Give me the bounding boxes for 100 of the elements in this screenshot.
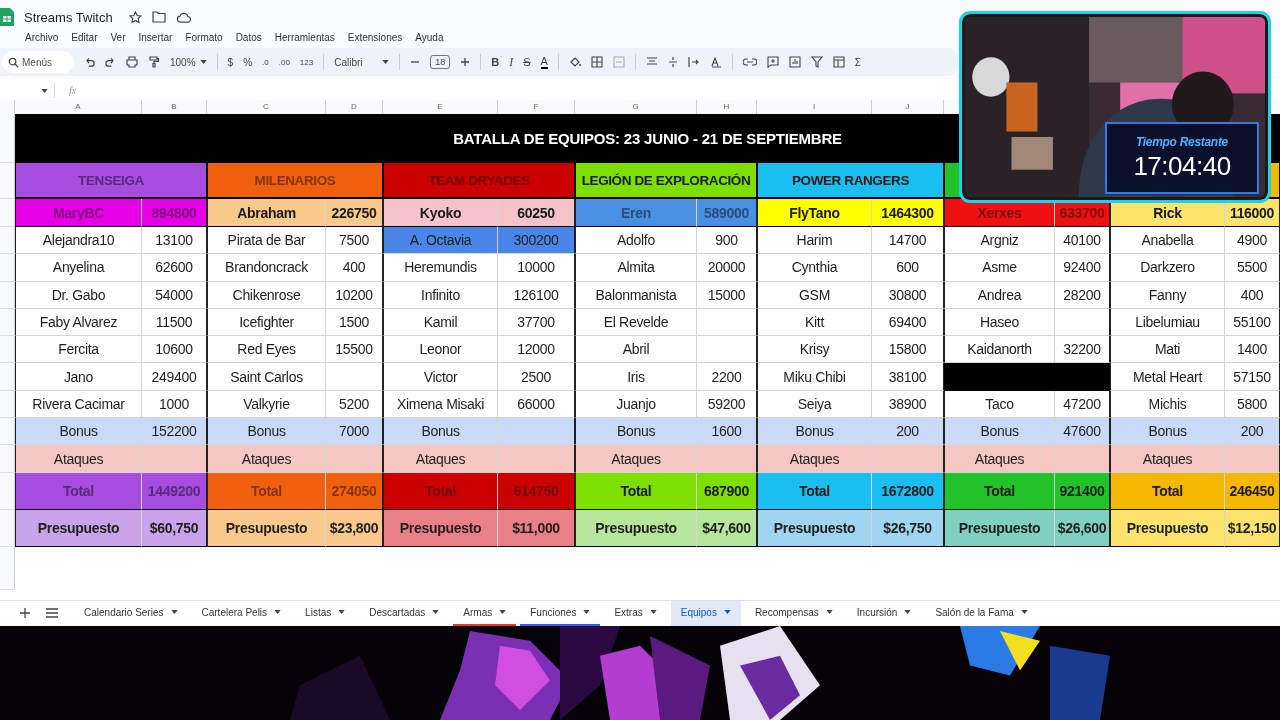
caret-icon <box>1020 610 1028 615</box>
points-cell: 11500 <box>142 308 207 337</box>
total-label-cell: Total <box>207 472 326 510</box>
attacks-label-cell: Ataques <box>1110 445 1225 473</box>
align-icon[interactable] <box>645 57 658 67</box>
comment-icon[interactable] <box>766 56 779 68</box>
table-icon[interactable] <box>832 56 845 68</box>
paint-format-icon[interactable] <box>148 56 160 68</box>
bold-button[interactable]: B <box>491 56 500 68</box>
player-name-cell: Krisy <box>757 336 872 364</box>
team-header: TENSEIGA <box>15 163 207 199</box>
team-header: TEAM DRYADES <box>383 163 575 199</box>
menu-item[interactable]: Ayuda <box>415 31 444 43</box>
attacks-label-cell: Ataques <box>383 445 498 473</box>
folder-icon[interactable] <box>151 11 166 23</box>
sheet-tab[interactable]: Calendario Series <box>74 600 188 626</box>
player-name-cell: Darkzero <box>1110 254 1225 282</box>
sheet-tab[interactable]: Recompensas <box>744 600 843 626</box>
sheet-tab[interactable]: Descartadas <box>359 600 450 626</box>
menu-item[interactable]: Herramientas <box>274 31 335 43</box>
undo-icon[interactable] <box>84 56 95 68</box>
points-cell: 14700 <box>872 227 944 255</box>
menu-icon[interactable] <box>46 608 58 619</box>
sheet-tab[interactable]: Incursión <box>846 600 922 626</box>
sum-button[interactable]: Σ <box>854 56 862 68</box>
sheet-tab[interactable]: Salón de la Fama <box>925 600 1038 626</box>
points-cell: 20000 <box>697 254 757 282</box>
print-icon[interactable] <box>126 56 138 68</box>
caret-icon <box>723 610 731 615</box>
strikethrough-button[interactable]: S <box>523 56 531 68</box>
menu-item[interactable]: Datos <box>235 31 262 43</box>
player-name-cell: Andrea <box>944 281 1055 309</box>
menu-item[interactable]: Extensiones <box>347 31 403 43</box>
formula-label: fx <box>69 84 77 96</box>
currency-button[interactable]: $ <box>227 56 234 68</box>
points-cell: 1464300 <box>872 199 944 227</box>
player-name-cell: Fercita <box>15 336 142 364</box>
player-name-cell: Almita <box>575 254 697 282</box>
menu-item[interactable]: Insertar <box>138 31 173 43</box>
leader-name-cell: MaryBC <box>15 199 142 227</box>
vertical-align-icon[interactable] <box>667 56 678 68</box>
points-cell: 5500 <box>1225 254 1280 282</box>
zoom-dropdown[interactable]: 100% <box>170 56 196 68</box>
points-cell: 5800 <box>1225 390 1280 419</box>
sheet-tab[interactable]: Equipos <box>670 600 741 626</box>
player-name-cell: Kamil <box>383 308 498 337</box>
link-icon[interactable] <box>742 58 757 66</box>
player-name-cell: Mati <box>1110 336 1225 364</box>
percent-button[interactable]: % <box>243 56 253 68</box>
points-cell: 200 <box>1225 418 1280 446</box>
caret-icon <box>338 610 346 615</box>
team-header: LEGIÓN DE EXPLORACIÓN <box>575 163 757 199</box>
font-size-field[interactable]: 18 <box>430 55 451 69</box>
points-cell: 38900 <box>872 390 944 419</box>
wrap-icon[interactable] <box>687 56 700 68</box>
bonus-label-cell: Bonus <box>15 418 142 446</box>
menu-item[interactable]: Formato <box>185 31 223 43</box>
chart-icon[interactable] <box>788 56 801 68</box>
borders-icon[interactable] <box>590 56 603 68</box>
bonus-label-cell: Bonus <box>757 418 872 446</box>
menu-search-field[interactable]: Menús <box>2 51 74 73</box>
sheet-tab[interactable]: Listas <box>295 600 356 626</box>
total-points-cell: 614750 <box>498 472 575 510</box>
caret-icon <box>382 60 390 64</box>
player-name-cell: Infinito <box>383 281 498 309</box>
document-title[interactable]: Streams Twitch <box>24 9 113 25</box>
caret-icon <box>199 60 207 64</box>
points-cell: 62600 <box>142 254 207 282</box>
team-header: POWER RANGERS <box>757 163 944 199</box>
sheet-tab[interactable]: Cartelera Pelis <box>191 600 292 626</box>
star-icon[interactable] <box>128 10 142 24</box>
player-name-cell: Kitt <box>757 308 872 337</box>
points-cell: 5200 <box>326 390 383 419</box>
menu-item[interactable]: Editar <box>71 31 98 43</box>
fill-color-icon[interactable] <box>568 56 581 68</box>
player-name-cell: Heremundis <box>383 254 498 282</box>
total-points-cell: 1672800 <box>872 472 944 510</box>
filter-icon[interactable] <box>810 56 823 68</box>
add-sheet-icon[interactable] <box>20 608 30 619</box>
text-color-button[interactable]: A <box>540 55 548 69</box>
points-cell: 4900 <box>1225 227 1280 255</box>
sheet-tab[interactable]: Extras <box>604 600 667 626</box>
player-name-cell: Michis <box>1110 390 1225 419</box>
number-format-button[interactable]: 123 <box>299 57 314 67</box>
sheets-logo-icon[interactable] <box>0 8 14 26</box>
player-name-cell: Leonor <box>383 336 498 364</box>
increase-decimals-button[interactable]: .00 <box>278 57 290 67</box>
plus-icon[interactable] <box>460 57 471 67</box>
leader-name-cell: FlyTano <box>757 199 872 227</box>
decrease-decimals-button[interactable]: .0 <box>262 57 269 67</box>
merge-icon[interactable] <box>612 56 625 68</box>
redo-icon[interactable] <box>105 56 116 68</box>
text-rotation-icon[interactable] <box>709 56 722 68</box>
menu-item[interactable]: Ver <box>110 31 126 43</box>
italic-button[interactable]: I <box>509 54 514 70</box>
menu-item[interactable]: Archivo <box>25 31 59 43</box>
cloud-icon[interactable] <box>175 11 191 23</box>
font-dropdown[interactable]: Calibri <box>334 56 379 68</box>
points-cell: 2500 <box>498 363 575 391</box>
points-cell: 66000 <box>498 390 575 419</box>
